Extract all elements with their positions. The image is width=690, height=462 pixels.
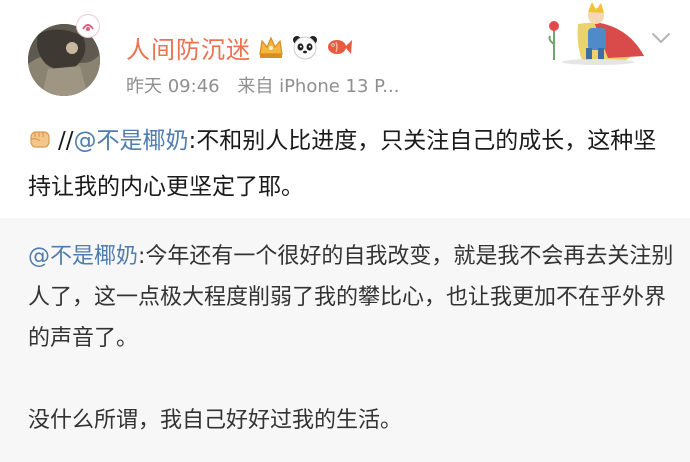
post-time: 昨天 09:46 bbox=[126, 76, 220, 97]
card-decoration-little-prince-icon bbox=[548, 0, 652, 66]
post-meta: 昨天 09:46 来自 iPhone 13 P... bbox=[126, 72, 399, 98]
repost-text-block: @不是椰奶:今年还有一个很好的自我改变，就是我不会再去关注别人了，这一点极大程度… bbox=[28, 236, 674, 441]
crown-vip-icon bbox=[257, 34, 285, 60]
post-header: 人间防沉迷 昨天 09:46 来自 iPhone 13 P... bbox=[0, 0, 690, 110]
repost-prefix: // bbox=[58, 128, 74, 154]
post-source: 来自 iPhone 13 P... bbox=[237, 76, 400, 97]
mention-link[interactable]: @不是椰奶 bbox=[74, 128, 189, 154]
repost-text-2: 没什么所谓，我自己好好过我的生活。 bbox=[28, 408, 403, 433]
fist-icon bbox=[28, 121, 52, 148]
chevron-down-icon[interactable] bbox=[650, 30, 672, 46]
repost-mention-link[interactable]: @不是椰奶 bbox=[28, 244, 138, 269]
username-row: 人间防沉迷 bbox=[126, 30, 353, 64]
username[interactable]: 人间防沉迷 bbox=[126, 30, 251, 65]
panda-icon bbox=[291, 34, 319, 60]
koi-fish-icon bbox=[325, 34, 353, 60]
verified-badge-icon bbox=[76, 14, 100, 38]
reposted-content[interactable]: @不是椰奶:今年还有一个很好的自我改变，就是我不会再去关注别人了，这一点极大程度… bbox=[0, 218, 690, 462]
post-content: //@不是椰奶:不和别人比进度，只关注自己的成长，这种坚持让我的内心更坚定了耶。 bbox=[28, 118, 668, 210]
